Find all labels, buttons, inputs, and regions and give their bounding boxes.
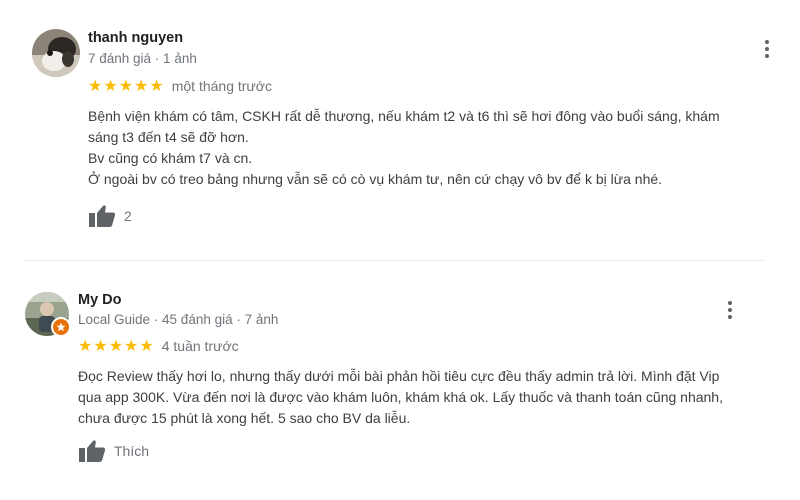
thumbs-up-icon [79,440,106,462]
review-text-line: Đọc Review thấy hơi lo, nhưng thấy dưới … [78,368,720,384]
more-vert-icon [765,40,769,44]
review-text-line: qua app 300K. Vừa đến nơi là được vào kh… [78,389,723,405]
star-icon: ★ [103,76,118,95]
star-icon: ★ [93,336,108,355]
like-button[interactable]: 2 [88,204,132,228]
author-name[interactable]: My Do [78,292,122,308]
star-icon: ★ [134,76,149,95]
like-count: 2 [124,208,132,224]
review-text-line: Bệnh viện khám có tâm, CSKH rất dễ thươn… [88,108,720,124]
star-rating: ★ ★ ★ ★ ★ [78,338,154,354]
rating-row: ★ ★ ★ ★ ★ 4 tuần trước [78,338,239,355]
review-card: thanh nguyen 7 đánh giá · 1 ảnh ★ ★ ★ ★ … [0,0,800,255]
review-text: Đọc Review thấy hơi lo, nhưng thấy dưới … [78,366,723,429]
review-card: My Do Local Guide · 45 đánh giá · 7 ảnh … [0,262,800,500]
more-options-button[interactable] [718,298,742,322]
thumbs-up-icon [89,205,116,227]
rating-row: ★ ★ ★ ★ ★ một tháng trước [88,78,272,95]
review-time: 4 tuần trước [161,338,239,354]
review-text-line: sáng t3 đến t4 sẽ đỡ hơn. [88,129,249,145]
star-icon: ★ [108,336,124,355]
star-icon: ★ [139,336,154,355]
local-guide-star-icon [56,322,66,332]
star-rating: ★ ★ ★ ★ ★ [88,78,164,94]
review-time: một tháng trước [171,78,272,94]
more-vert-icon [728,301,732,305]
star-icon: ★ [118,76,134,95]
like-button[interactable]: Thích [78,439,149,463]
avatar[interactable] [32,29,80,77]
author-meta: Local Guide · 45 đánh giá · 7 ảnh [78,312,279,327]
more-options-button[interactable] [755,37,779,61]
review-text: Bệnh viện khám có tâm, CSKH rất dễ thươn… [88,106,720,190]
like-label: Thích [114,443,150,459]
review-text-line: chưa được 15 phút là xong hết. 5 sao cho… [78,410,411,426]
author-meta: 7 đánh giá · 1 ảnh [88,51,197,66]
author-name[interactable]: thanh nguyen [88,30,183,46]
review-text-line: Bv cũng có khám t7 và cn. [88,150,253,166]
local-guide-badge [51,317,71,337]
divider [24,260,764,261]
star-icon: ★ [78,336,93,355]
star-icon: ★ [124,336,139,355]
avatar-photo [32,29,80,77]
review-text-line: Ở ngoài bv có treo bảng nhưng vẫn sẽ có … [88,171,663,187]
star-icon: ★ [88,76,103,95]
star-icon: ★ [149,76,164,95]
